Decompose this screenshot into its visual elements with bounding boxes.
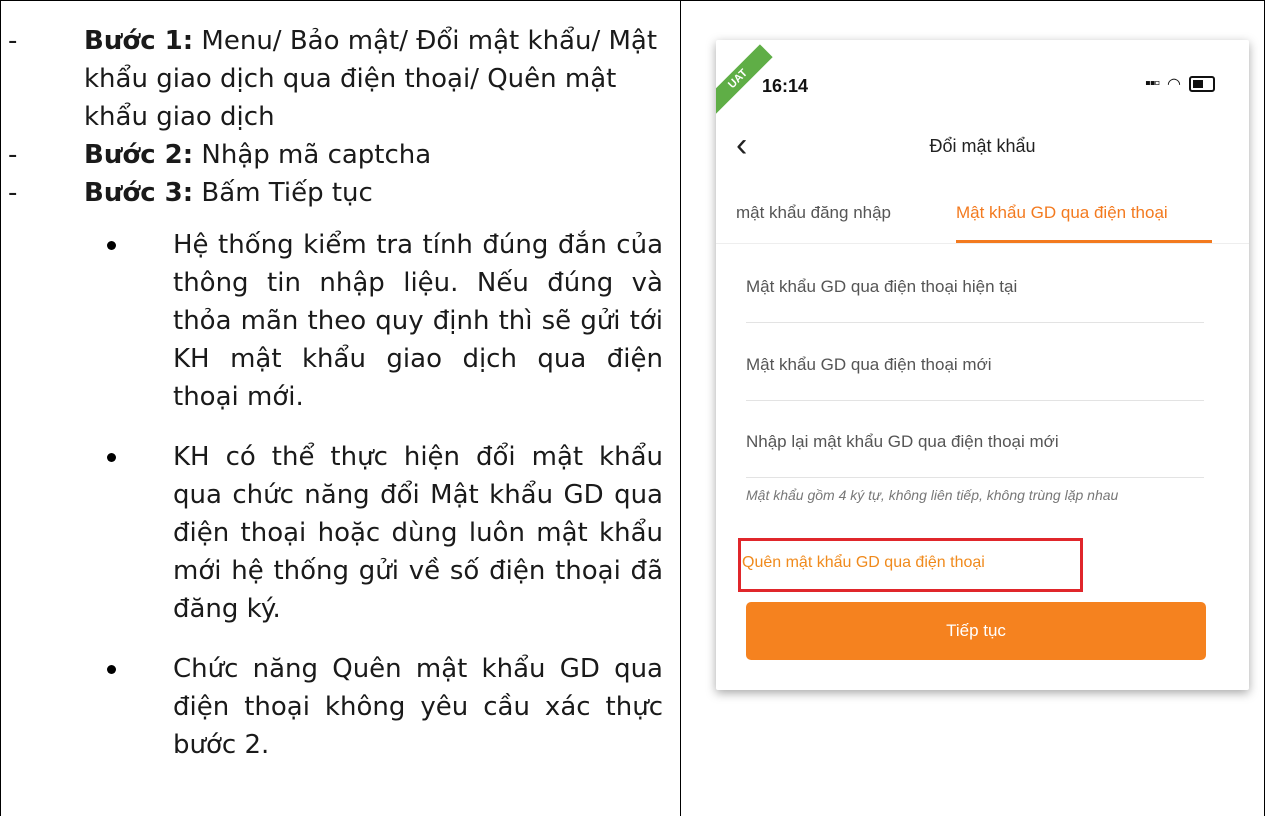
- table-column-divider: [680, 0, 681, 816]
- active-tab-indicator: [956, 240, 1212, 243]
- step-text: Bấm Tiếp tục: [193, 178, 373, 208]
- bullet-dot-icon: [107, 241, 116, 250]
- confirm-password-field[interactable]: Nhập lại mật khẩu GD qua điện thoại mới: [746, 407, 1204, 478]
- status-time: 16:14: [762, 76, 809, 96]
- table-border-top: [0, 0, 1265, 1]
- bullet-list: Hệ thống kiểm tra tính đúng đắn của thôn…: [8, 226, 668, 764]
- bullet-item: Chức năng Quên mật khẩu GD qua điện thoạ…: [8, 650, 663, 764]
- signal-icon: ▪▪▫: [1145, 75, 1160, 92]
- bullet-dot-icon: [107, 453, 116, 462]
- forgot-password-link[interactable]: Quên mật khẩu GD qua điện thoại: [742, 554, 985, 572]
- tab-phone-transaction-password[interactable]: Mật khẩu GD qua điện thoại: [956, 203, 1168, 223]
- step-label: Bước 3:: [84, 178, 194, 208]
- bullet-text: Hệ thống kiểm tra tính đúng đắn của thôn…: [173, 230, 663, 412]
- step-1: - Bước 1: Menu/ Bảo mật/ Đổi mật khẩu/ Mậ…: [8, 22, 668, 136]
- instructions: - Bước 1: Menu/ Bảo mật/ Đổi mật khẩu/ Mậ…: [8, 22, 668, 786]
- step-dash: -: [8, 26, 18, 56]
- phone-screenshot: UAT 16:14 ▪▪▫ ◠ ‹ Đổi mật khẩu mật khẩu …: [716, 40, 1249, 690]
- step-text: Nhập mã captcha: [193, 140, 432, 170]
- wifi-icon: ◠: [1167, 76, 1181, 93]
- step-2: - Bước 2: Nhập mã captcha: [8, 136, 668, 174]
- status-icons: ▪▪▫ ◠: [1145, 74, 1215, 94]
- bullet-text: KH có thể thực hiện đổi mật khẩu qua chứ…: [173, 442, 663, 624]
- status-bar: UAT 16:14 ▪▪▫ ◠: [716, 40, 1249, 114]
- bullet-item: KH có thể thực hiện đổi mật khẩu qua chứ…: [8, 438, 663, 628]
- step-label: Bước 2:: [84, 140, 194, 170]
- bullet-item: Hệ thống kiểm tra tính đúng đắn của thôn…: [8, 226, 663, 416]
- page-title: Đổi mật khẩu: [929, 136, 1036, 156]
- bullet-dot-icon: [107, 665, 116, 674]
- table-border-left: [0, 0, 1, 816]
- bullet-text: Chức năng Quên mật khẩu GD qua điện thoạ…: [173, 654, 663, 760]
- step-3: - Bước 3: Bấm Tiếp tục: [8, 174, 668, 212]
- tab-login-password[interactable]: mật khẩu đăng nhập: [736, 203, 891, 223]
- current-password-field[interactable]: Mật khẩu GD qua điện thoại hiện tại: [746, 252, 1204, 323]
- step-label: Bước 1:: [84, 26, 194, 56]
- password-rule-note: Mật khẩu gồm 4 ký tự, không liên tiếp, k…: [746, 487, 1119, 503]
- nav-bar: ‹ Đổi mật khẩu: [716, 128, 1249, 168]
- continue-button[interactable]: Tiếp tục: [746, 602, 1206, 660]
- step-dash: -: [8, 140, 18, 170]
- new-password-field[interactable]: Mật khẩu GD qua điện thoại mới: [746, 330, 1204, 401]
- step-dash: -: [8, 178, 18, 208]
- battery-icon: [1189, 76, 1215, 92]
- tab-bar: mật khẩu đăng nhập Mật khẩu GD qua điện …: [716, 185, 1249, 244]
